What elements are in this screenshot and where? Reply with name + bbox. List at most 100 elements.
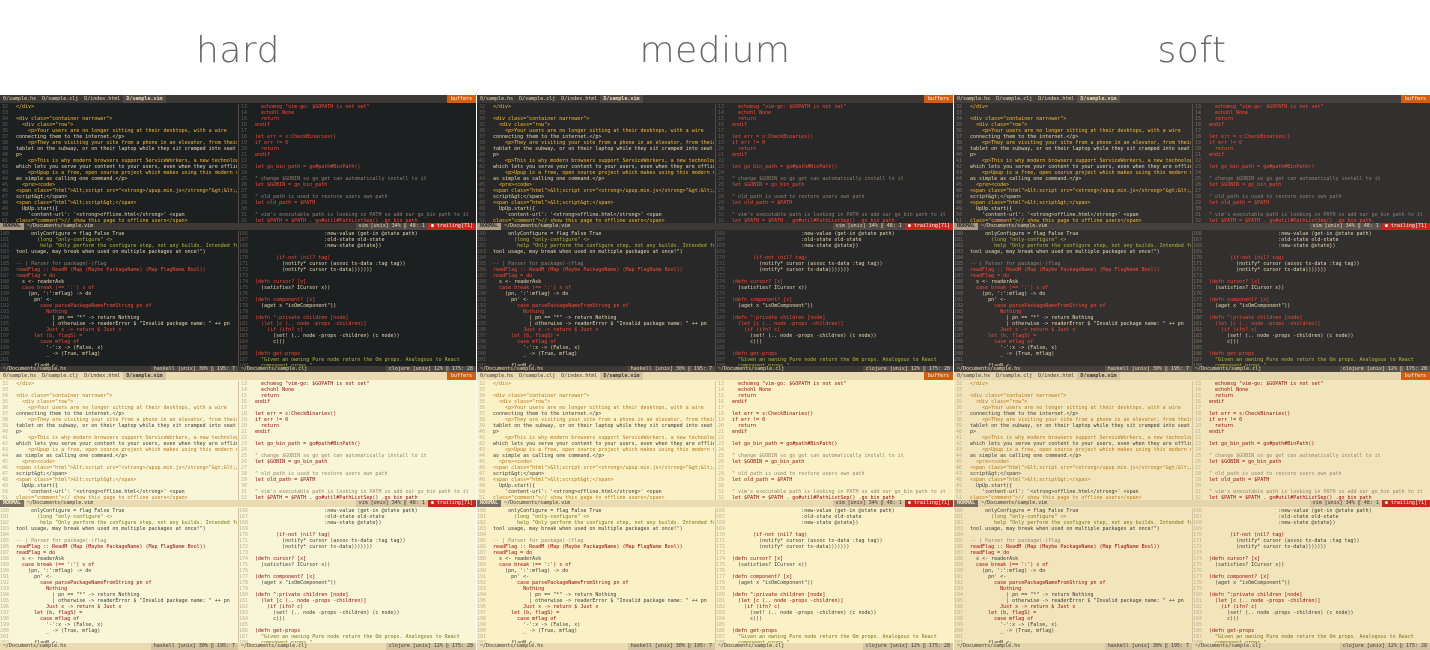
status-file-info: vim [unix] 34% ‖ 48: 1 [1309,223,1382,230]
pane-haskell[interactable]: 180 onlyConfigure = flag False True 181 (… [954,508,1191,643]
tab-d-sample-clj[interactable]: D/sample.clj [993,372,1035,380]
tab-bar: 0/sample.hs D/sample.clj D/index.html D/sam… [954,95,1430,103]
trailing-whitespace-badge: ● trailing[71] [1381,500,1430,507]
pane-clojure[interactable]: 166 :new-value (get-in @state path) 167 :… [239,231,476,366]
vertical-split [238,381,239,500]
status-file-info: haskell [unix] 30% ‖ 195: 7 [1104,643,1192,650]
tab-d-index-html[interactable]: D/index.html [1035,372,1077,380]
pane-html[interactable]: 32 </div> 33 34 <div class="container narr… [0,381,237,500]
tab-d-index-html[interactable]: D/index.html [1035,95,1077,103]
status-file-path: ~/Documents/sample.vim [981,223,1048,229]
pane-html[interactable]: 32 </div> 33 34 <div class="container narr… [477,381,714,500]
mode-indicator: NORMAL [954,500,979,507]
tab-d-sample-vim[interactable]: D/sample.vim [123,372,166,380]
pane-html[interactable]: 32 </div> 33 34 <div class="container narr… [477,104,714,223]
editor-screenshot-dark-medium: 0/sample.hs D/sample.clj D/index.html D/sam… [477,95,953,373]
tab-d-index-html[interactable]: D/index.html [558,95,600,103]
buffers-label[interactable]: buffers [446,95,476,103]
vertical-split [1192,508,1193,643]
vertical-split [715,381,716,500]
tab-d-sample-vim[interactable]: D/sample.vim [123,95,166,103]
pane-clojure[interactable]: 166 :new-value (get-in @state path) 167 :… [239,508,476,643]
pane-haskell[interactable]: 180 onlyConfigure = flag False True 181 (… [0,508,237,643]
tab-0-sample-hs[interactable]: 0/sample.hs [0,95,39,103]
pane-haskell[interactable]: 180 onlyConfigure = flag False True 181 (… [477,231,714,366]
pane-vim[interactable]: 13 echomsg "vim-go: $GOPATH is not set" 1… [239,381,476,500]
pane-html[interactable]: 32 </div> 33 34 <div class="container narr… [954,104,1191,223]
vertical-split [238,104,239,223]
tab-d-sample-clj[interactable]: D/sample.clj [39,372,81,380]
tab-d-sample-clj[interactable]: D/sample.clj [516,95,558,103]
vertical-split [715,508,716,643]
tab-0-sample-hs[interactable]: 0/sample.hs [477,95,516,103]
status-file-path: ~/Documents/sample.clj [241,643,308,649]
status-file-path: ~/Documents/sample.hs [480,643,544,649]
heading-hard: hard [196,30,280,71]
heading-medium: medium [639,30,791,71]
tab-bar: 0/sample.hs D/sample.clj D/index.html D/sam… [954,372,1430,380]
pane-haskell[interactable]: 180 onlyConfigure = flag False True 181 (… [0,231,237,366]
trailing-whitespace-badge: ● trailing[71] [904,223,953,230]
pane-haskell[interactable]: 180 onlyConfigure = flag False True 181 (… [477,508,714,643]
pane-vim[interactable]: 13 echomsg "vim-go: $GOPATH is not set" 1… [239,104,476,223]
pane-vim[interactable]: 13 echomsg "vim-go: $GOPATH is not set" 1… [1193,381,1430,500]
tab-d-index-html[interactable]: D/index.html [81,95,123,103]
status-file-info: clojure [unix] 12% ‖ 175: 28 [385,643,476,650]
status-file-path: ~/Documents/sample.hs [957,643,1021,649]
tab-0-sample-hs[interactable]: 0/sample.hs [477,372,516,380]
tab-0-sample-hs[interactable]: 0/sample.hs [954,95,993,103]
tab-0-sample-hs[interactable]: 0/sample.hs [954,372,993,380]
tab-d-sample-clj[interactable]: D/sample.clj [516,372,558,380]
tab-bar-fill [1120,95,1401,103]
tab-bar-fill [643,372,924,380]
pane-vim[interactable]: 13 echomsg "vim-go: $GOPATH is not set" 1… [1193,104,1430,223]
pane-clojure[interactable]: 166 :new-value (get-in @state path) 167 :… [1193,231,1430,366]
trailing-whitespace-badge: ● trailing[71] [1381,223,1430,230]
editor-screenshot-light-hard: 0/sample.hs D/sample.clj D/index.html D/sam… [0,372,476,650]
vertical-split [715,231,716,366]
status-line-haskell: ~/Documents/sample.hs haskell [unix] 30% … [477,643,715,650]
status-line-top: NORMAL ~/Documents/sample.vim vim [unix] 3… [0,500,476,507]
tab-bar-fill [166,372,447,380]
trailing-whitespace-badge: ● trailing[71] [427,500,476,507]
status-line-clojure: ~/Documents/sample.clj clojure [unix] 12%… [1192,643,1430,650]
pane-html[interactable]: 32 </div> 33 34 <div class="container narr… [0,104,237,223]
mode-indicator: NORMAL [0,223,25,230]
status-file-path: ~/Documents/sample.hs [3,643,67,649]
tab-0-sample-hs[interactable]: 0/sample.hs [0,372,39,380]
status-file-info: vim [unix] 34% ‖ 48: 1 [1309,500,1382,507]
buffers-label[interactable]: buffers [446,372,476,380]
tab-bar-fill [1120,372,1401,380]
tab-d-sample-vim[interactable]: D/sample.vim [600,95,643,103]
buffers-label[interactable]: buffers [923,372,953,380]
buffers-label[interactable]: buffers [923,95,953,103]
pane-clojure[interactable]: 166 :new-value (get-in @state path) 167 :… [716,508,953,643]
buffers-label[interactable]: buffers [1400,372,1430,380]
status-file-info: haskell [unix] 30% ‖ 195: 7 [150,643,238,650]
pane-haskell[interactable]: 180 onlyConfigure = flag False True 181 (… [954,231,1191,366]
tab-d-index-html[interactable]: D/index.html [558,372,600,380]
status-file-path: ~/Documents/sample.vim [981,500,1048,506]
tab-d-index-html[interactable]: D/index.html [81,372,123,380]
trailing-whitespace-badge: ● trailing[71] [904,500,953,507]
pane-clojure[interactable]: 166 :new-value (get-in @state path) 167 :… [716,231,953,366]
tab-bar: 0/sample.hs D/sample.clj D/index.html D/sam… [477,372,953,380]
status-file-info: vim [unix] 34% ‖ 48: 1 [832,500,905,507]
editor-screenshot-dark-soft: 0/sample.hs D/sample.clj D/index.html D/sam… [954,95,1430,373]
pane-vim[interactable]: 13 echomsg "vim-go: $GOPATH is not set" 1… [716,104,953,223]
tab-d-sample-clj[interactable]: D/sample.clj [39,95,81,103]
pane-html[interactable]: 32 </div> 33 34 <div class="container narr… [954,381,1191,500]
status-line-clojure: ~/Documents/sample.clj clojure [unix] 12%… [238,643,476,650]
buffers-label[interactable]: buffers [1400,95,1430,103]
tab-d-sample-vim[interactable]: D/sample.vim [1077,95,1120,103]
status-file-path: ~/Documents/sample.vim [504,500,571,506]
status-file-info: clojure [unix] 12% ‖ 175: 28 [862,643,953,650]
tab-d-sample-vim[interactable]: D/sample.vim [1077,372,1120,380]
status-file-info: vim [unix] 34% ‖ 48: 1 [832,223,905,230]
tab-d-sample-vim[interactable]: D/sample.vim [600,372,643,380]
pane-clojure[interactable]: 166 :new-value (get-in @state path) 167 :… [1193,508,1430,643]
pane-vim[interactable]: 13 echomsg "vim-go: $GOPATH is not set" 1… [716,381,953,500]
tab-d-sample-clj[interactable]: D/sample.clj [993,95,1035,103]
tab-bar: 0/sample.hs D/sample.clj D/index.html D/sam… [0,372,476,380]
status-file-info: vim [unix] 34% ‖ 48: 1 [355,500,428,507]
